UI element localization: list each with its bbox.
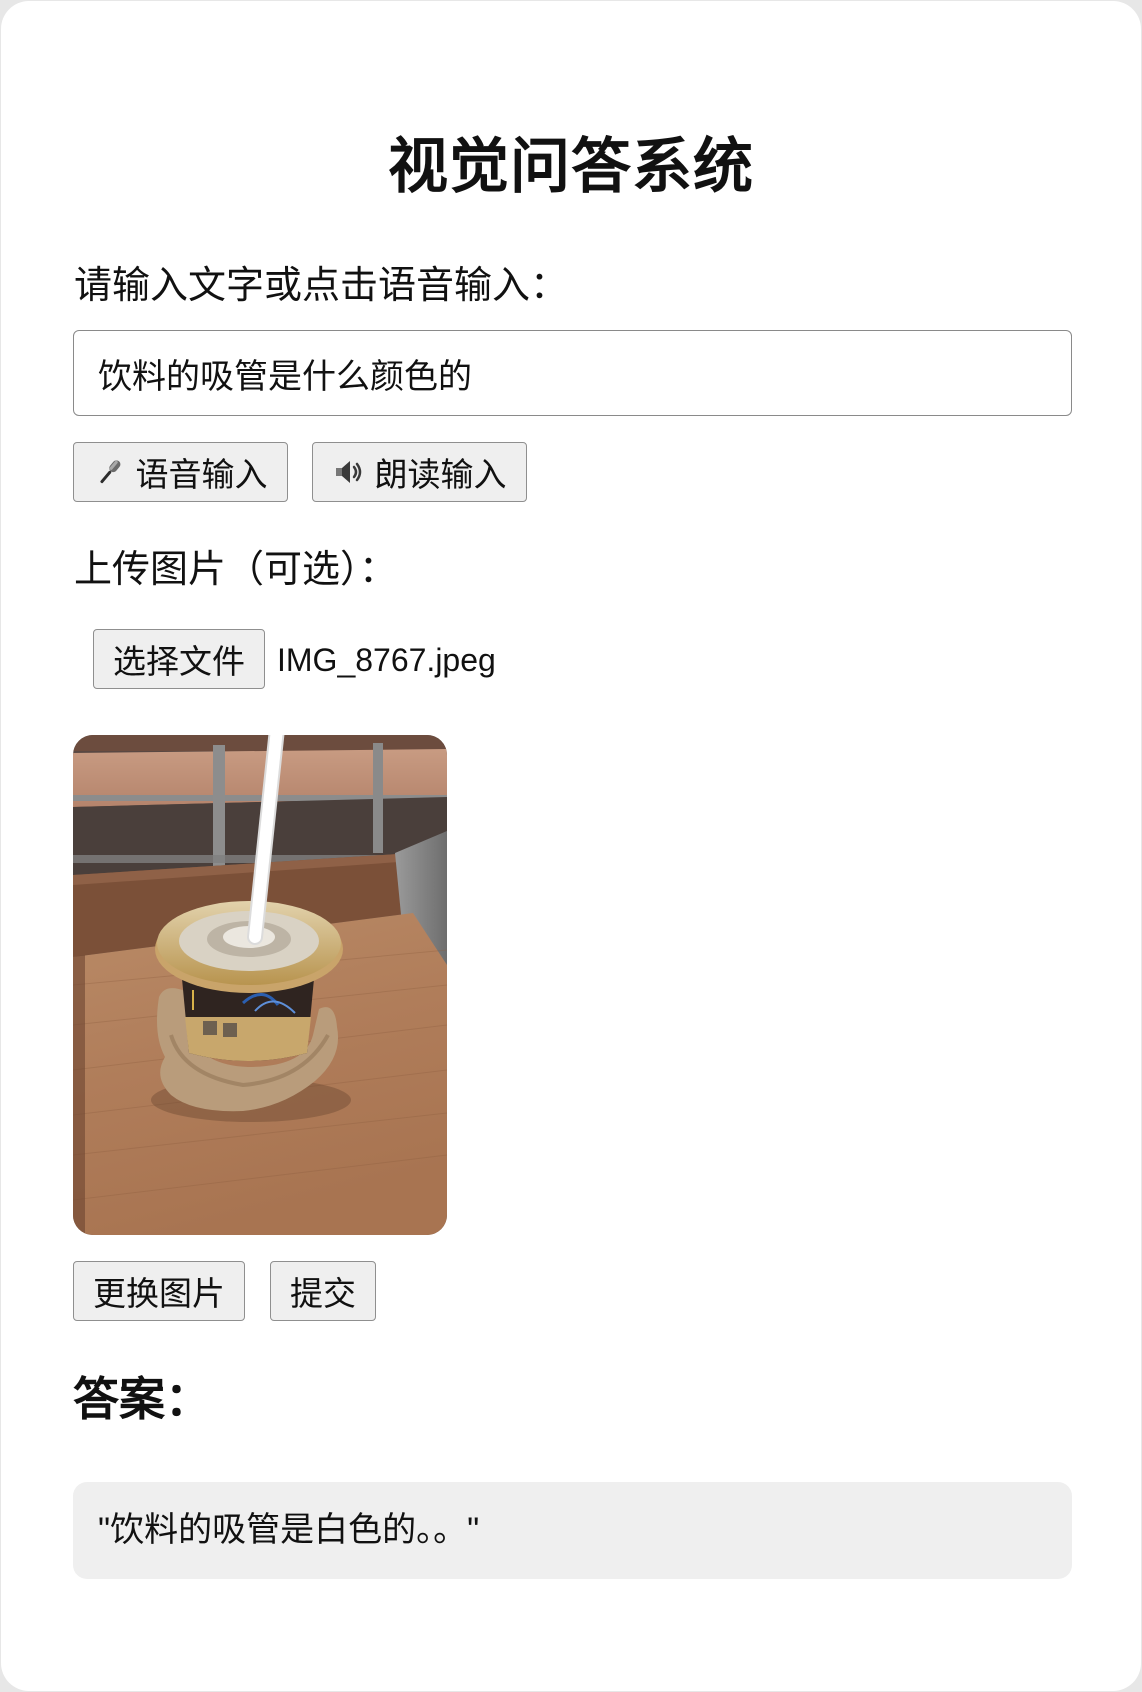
voice-input-label: 语音输入	[135, 456, 268, 493]
choose-file-button[interactable]: 选择文件	[93, 629, 265, 689]
read-aloud-button[interactable]: 朗读输入	[312, 442, 527, 502]
submit-button[interactable]: 提交	[270, 1261, 376, 1321]
change-image-label: 更换图片	[93, 1275, 225, 1312]
speaker-icon	[335, 461, 361, 483]
question-label: 请输入文字或点击语音输入：	[74, 265, 569, 307]
answer-box: "饮料的吸管是白色的。。"	[73, 1482, 1072, 1579]
main-card: 视觉问答系统 请输入文字或点击语音输入： 语音输入 朗读输入 上传图片（可选）：…	[1, 1, 1141, 1691]
uploaded-image-preview	[73, 735, 447, 1235]
answer-text: "饮料的吸管是白色的。。"	[98, 1511, 480, 1549]
change-image-button[interactable]: 更换图片	[73, 1261, 245, 1321]
answer-heading: 答案：	[73, 1373, 211, 1425]
read-aloud-label: 朗读输入	[374, 456, 507, 493]
selected-file-name: IMG_8767.jpeg	[277, 642, 496, 678]
page-title: 视觉问答系统	[388, 133, 754, 200]
question-input[interactable]	[73, 330, 1072, 416]
choose-file-label: 选择文件	[113, 643, 245, 680]
submit-label: 提交	[290, 1275, 356, 1312]
voice-input-button[interactable]: 语音输入	[73, 442, 288, 502]
cup-lid	[155, 901, 343, 993]
upload-label: 上传图片（可选）：	[74, 549, 398, 591]
microphone-icon	[99, 460, 120, 484]
